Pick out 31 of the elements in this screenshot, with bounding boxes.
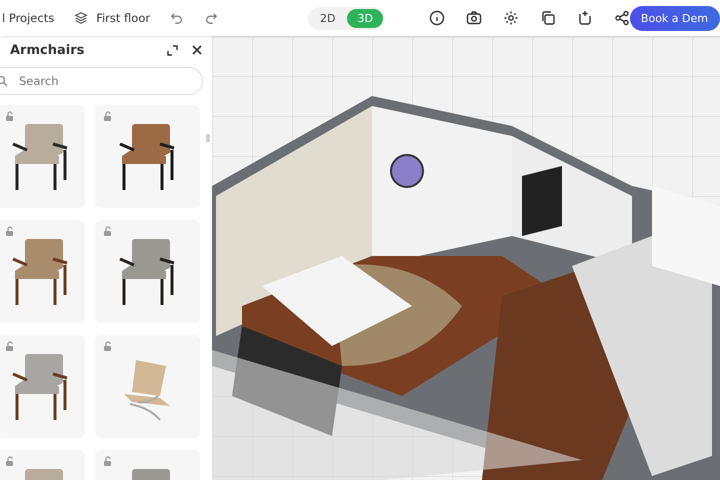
camera-icon[interactable] <box>466 10 482 26</box>
settings-icon[interactable] <box>502 10 519 26</box>
projects-link[interactable]: l Projects <box>2 11 54 25</box>
undo-icon[interactable] <box>170 11 184 25</box>
unlocked-padlock-icon <box>5 456 15 466</box>
armchair-card[interactable] <box>95 105 200 208</box>
add-page-icon[interactable] <box>576 10 593 26</box>
layers-icon <box>74 11 88 25</box>
view-mode-tab[interactable]: 2D <box>310 8 346 28</box>
floor-selector[interactable]: First floor <box>74 11 150 25</box>
armchair-card[interactable] <box>0 335 85 438</box>
armchair-card[interactable] <box>0 105 85 208</box>
close-icon[interactable] <box>192 45 202 55</box>
unlocked-padlock-icon <box>103 456 113 466</box>
share-icon[interactable] <box>614 10 630 26</box>
unlocked-padlock-icon <box>5 111 15 121</box>
info-icon[interactable] <box>428 10 445 26</box>
unlocked-padlock-icon <box>103 226 113 236</box>
copy-icon[interactable] <box>540 10 556 26</box>
expand-icon[interactable] <box>167 44 178 56</box>
redo-icon[interactable] <box>204 11 218 25</box>
unlocked-padlock-icon <box>5 226 15 236</box>
scrollbar[interactable] <box>206 134 210 142</box>
book-demo-button[interactable]: Book a Dem <box>630 6 720 30</box>
unlocked-padlock-icon <box>5 341 15 351</box>
panel-title: Armchairs <box>10 42 86 58</box>
armchair-card[interactable] <box>95 220 200 323</box>
unlocked-padlock-icon <box>103 111 113 121</box>
armchair-card[interactable] <box>0 220 85 323</box>
unlocked-padlock-icon <box>103 341 113 351</box>
search-field[interactable]: Search <box>0 67 203 95</box>
